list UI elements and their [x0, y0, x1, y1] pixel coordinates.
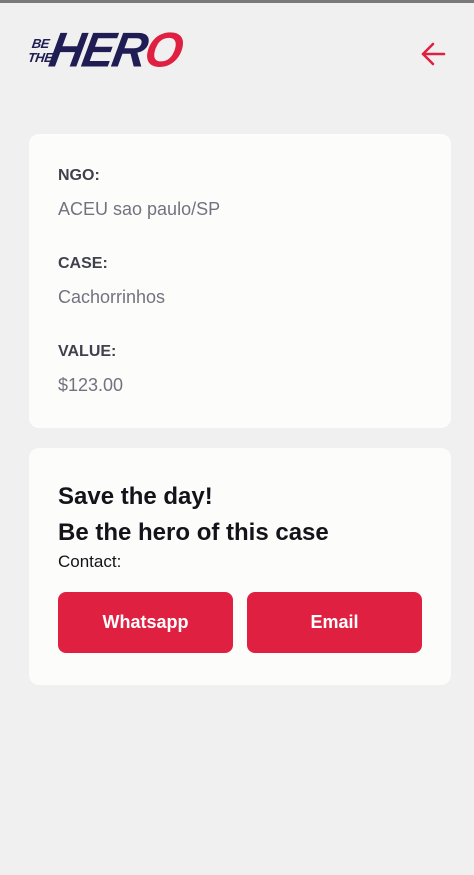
value-field: VALUE: $123.00	[58, 342, 422, 430]
case-value: Cachorrinhos	[58, 287, 166, 307]
contact-buttons: Whatsapp Email	[58, 592, 422, 653]
logo-text-o: O	[140, 23, 186, 78]
case-label: CASE:	[58, 255, 108, 272]
logo-text-be: BE	[30, 36, 51, 51]
contact-label: Contact:	[58, 552, 122, 571]
be-the-hero-logo: BE THE HERO	[27, 23, 186, 79]
logo-text-hero: HERO	[45, 23, 185, 77]
back-button[interactable]	[416, 37, 450, 71]
logo-text-her: HER	[45, 23, 151, 78]
ngo-field: NGO: ACEU sao paulo/SP	[58, 166, 422, 254]
whatsapp-button[interactable]: Whatsapp	[58, 592, 233, 653]
incident-details-card: NGO: ACEU sao paulo/SP CASE: Cachorrinho…	[29, 134, 451, 428]
headline-be-the-hero: Be the hero of this case	[58, 519, 329, 546]
headline-save-the-day: Save the day!	[58, 483, 213, 510]
case-field: CASE: Cachorrinhos	[58, 254, 422, 342]
contact-card: Save the day! Be the hero of this case C…	[29, 448, 451, 685]
arrow-left-icon	[421, 42, 446, 66]
ngo-value: ACEU sao paulo/SP	[58, 199, 221, 219]
ngo-label: NGO:	[58, 167, 100, 184]
value-label: VALUE:	[58, 343, 117, 360]
email-button[interactable]: Email	[247, 592, 422, 653]
value-amount: $123.00	[58, 375, 124, 395]
app-header: BE THE HERO	[0, 3, 474, 103]
